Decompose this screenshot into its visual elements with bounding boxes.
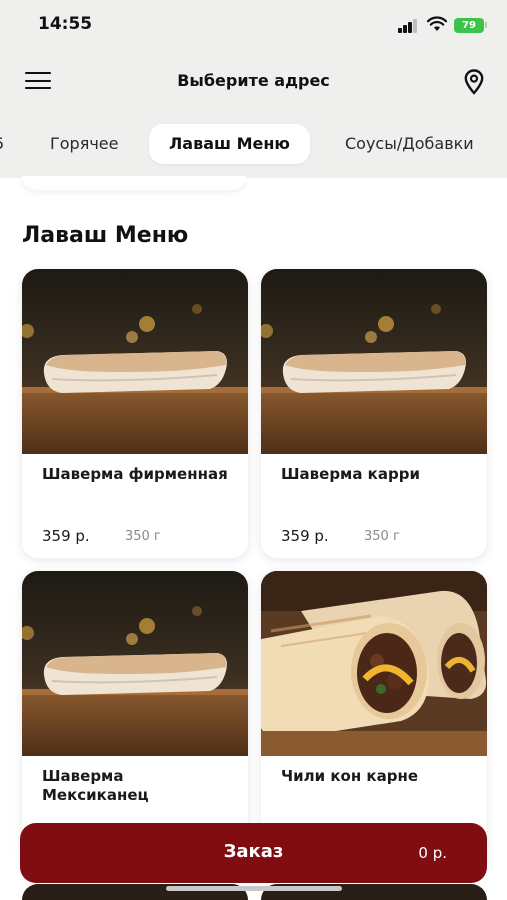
tab-sauces[interactable]: Соусы/Добавки (345, 124, 474, 164)
tab-lavash-menu[interactable]: Лаваш Меню (149, 124, 310, 164)
product-card[interactable]: Шаверма карри 359 р. 350 г (261, 269, 487, 558)
product-weight: 350 г (364, 529, 400, 544)
product-image (22, 571, 248, 756)
tab-hot[interactable]: Горячее (50, 124, 118, 164)
product-image (261, 571, 487, 756)
address-selector[interactable]: Выберите адрес (0, 71, 507, 90)
home-indicator (166, 886, 342, 891)
product-card[interactable]: Шаверма фирменная 359 р. 350 г (22, 269, 248, 558)
previous-card-edge (22, 176, 246, 190)
product-name: Шаверма карри (281, 465, 420, 483)
status-time: 14:55 (38, 14, 93, 34)
top-bar-area: 14:55 79 Выберите адрес 5 Гор (0, 0, 507, 178)
section-title: Лаваш Меню (22, 223, 189, 248)
order-label: Заказ (223, 841, 284, 862)
battery-level: 79 (462, 20, 476, 31)
category-tabs: 5 Горячее Лаваш Меню Соусы/Добавки (0, 124, 507, 166)
battery-tip (485, 22, 487, 28)
signal-icon (398, 19, 420, 33)
product-image (22, 269, 248, 454)
product-weight: 350 г (125, 529, 161, 544)
product-name: Шаверма фирменная (42, 465, 228, 483)
wifi-icon (427, 16, 447, 31)
map-pin-icon[interactable] (464, 69, 484, 95)
product-name: Чили кон карне (281, 767, 418, 785)
status-bar: 14:55 79 (0, 0, 507, 52)
order-button[interactable]: Заказ 0 р. (20, 823, 487, 883)
battery-icon: 79 (454, 18, 484, 33)
tab-prev[interactable]: 5 (0, 124, 4, 164)
product-price: 359 р. (42, 527, 90, 545)
product-price: 359 р. (281, 527, 329, 545)
header: Выберите адрес (0, 56, 507, 106)
product-image (261, 269, 487, 454)
product-name: Шаверма Мексиканец (42, 767, 149, 804)
order-sum: 0 р. (418, 844, 447, 862)
